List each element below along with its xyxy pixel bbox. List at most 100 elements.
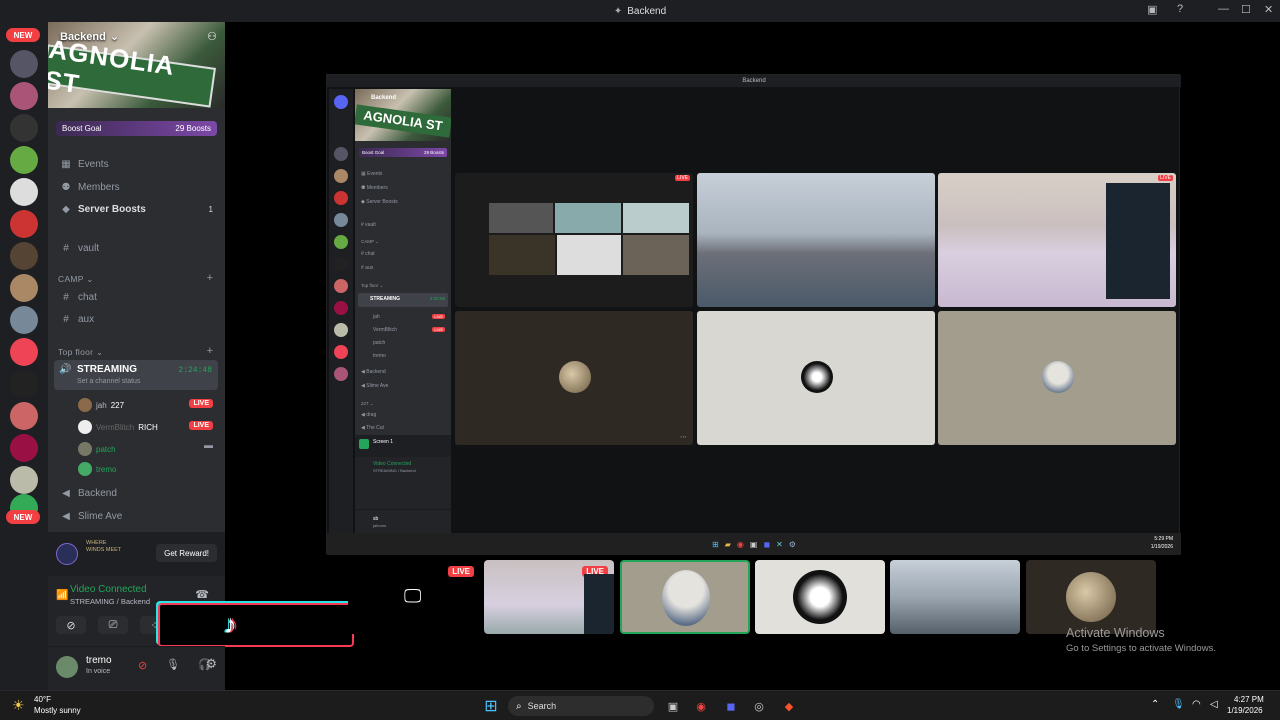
inner-user-name: VermBlitch — [373, 327, 397, 333]
avatar — [78, 398, 92, 412]
server-icon[interactable] — [10, 274, 38, 302]
inner-user-status: jahrons — [373, 523, 387, 528]
clock-date[interactable]: 1/19/2026 — [1227, 706, 1263, 715]
voice-connected-subtitle[interactable]: STREAMING / Backend — [70, 597, 150, 606]
user-status: In voice — [86, 668, 111, 675]
tray-chevron-icon[interactable]: ⌃ — [1151, 699, 1159, 710]
clock-time[interactable]: 4:27 PM — [1234, 695, 1264, 704]
boost-goal-bar[interactable]: Boost Goal 29 Boosts — [56, 121, 217, 136]
task-view-icon[interactable]: ▣ — [664, 697, 682, 715]
settings-gear-icon[interactable]: ⚙ — [205, 656, 217, 672]
video-tile-user[interactable]: ⋯ — [455, 311, 693, 445]
stream-thumb[interactable] — [890, 560, 1020, 634]
server-icon[interactable] — [10, 178, 38, 206]
video-tile-stream[interactable]: LIVE — [455, 173, 693, 307]
server-icon[interactable] — [10, 466, 38, 494]
search-placeholder: Search — [527, 701, 557, 711]
voice-user[interactable]: VermBlitch RICH — [78, 420, 158, 434]
inner-voice-timer: 2:20:56 — [429, 296, 445, 301]
screen-share-thumb[interactable]: 🖵 LIVE — [348, 560, 480, 634]
channel-aux[interactable]: # aux — [60, 314, 94, 325]
app-icon[interactable]: ◎ — [750, 697, 768, 715]
channel-vault[interactable]: # vault — [60, 243, 99, 254]
hash-icon: # — [63, 292, 69, 303]
server-icon[interactable] — [10, 402, 38, 430]
weather-desc[interactable]: Mostly sunny — [34, 706, 81, 715]
category-camp[interactable]: CAMP ⌄ — [58, 274, 94, 285]
server-icon[interactable] — [10, 210, 38, 238]
voice-channel-streaming[interactable]: 🔊 STREAMING 2:24:48 Set a channel status — [54, 360, 218, 390]
app-icon: ✦ — [613, 5, 623, 17]
menu-label: Events — [78, 159, 109, 170]
inner-vc-panel: Video Connected STREAMING / Backend — [355, 457, 451, 509]
video-tile-game-2[interactable]: LIVE — [938, 173, 1176, 307]
close-button[interactable]: ✕ — [1264, 3, 1273, 16]
activate-windows-subtitle: Go to Settings to activate Windows. — [1066, 643, 1216, 654]
camera-off-button[interactable]: ⊘ — [56, 616, 86, 634]
microphone-icon[interactable]: 🎙 — [1172, 699, 1185, 710]
voice-user[interactable]: patch — [78, 442, 116, 456]
maximize-button[interactable]: ☐ — [1241, 3, 1251, 16]
start-button[interactable]: ⊞ — [482, 697, 500, 715]
wifi-icon[interactable]: ◠ — [1192, 699, 1201, 710]
avatar[interactable] — [56, 656, 78, 678]
microphone-icon[interactable]: 🎙 — [166, 658, 180, 671]
category-top-floor[interactable]: Top floor ⌄ — [58, 347, 103, 358]
shared-screen[interactable]: Backend Backend AGNOLIA ST Boost Goal 29 … — [326, 74, 1181, 555]
user-video-thumb[interactable] — [620, 560, 750, 634]
voice-channel-slime-ave[interactable]: ◀ Slime Ave — [60, 511, 122, 522]
voice-channel-backend[interactable]: ◀ Backend — [60, 488, 117, 499]
menu-item-members[interactable]: ⚉ Members — [60, 182, 120, 193]
get-reward-button[interactable]: Get Reward! — [156, 544, 217, 562]
weather-temp[interactable]: 40°F — [34, 695, 51, 704]
video-tile-user[interactable] — [697, 311, 935, 445]
voice-user[interactable]: tremo — [78, 462, 116, 476]
server-banner[interactable]: Backend ⌄ ⚇ AGNOLIA ST — [48, 22, 225, 108]
weather-icon[interactable]: ☀ — [12, 697, 25, 714]
user-video-thumb[interactable] — [1026, 560, 1156, 634]
server-icon[interactable] — [10, 338, 38, 366]
server-icon[interactable] — [10, 114, 38, 142]
volume-icon[interactable]: ◁ — [1210, 699, 1218, 710]
server-icon[interactable] — [10, 370, 38, 398]
user-name: jah — [96, 400, 107, 410]
brave-icon[interactable]: ◆ — [780, 697, 798, 715]
channel-chat[interactable]: # chat — [60, 292, 97, 303]
server-icon[interactable] — [10, 146, 38, 174]
menu-item-server-boosts[interactable]: ◆ Server Boosts — [60, 204, 146, 215]
add-channel-icon[interactable]: + — [207, 345, 213, 357]
help-icon[interactable]: ? — [1177, 3, 1183, 15]
inner-channel: ◀ drag — [361, 412, 377, 418]
video-tile-game-1[interactable] — [697, 173, 935, 307]
more-icon[interactable]: ⋯ — [680, 433, 687, 441]
voice-user[interactable]: jah 227 — [78, 398, 124, 412]
disconnect-icon[interactable]: ☎ — [195, 588, 209, 601]
inner-voice-channel-name: STREAMING — [370, 296, 400, 302]
minimize-button[interactable]: — — [1218, 3, 1229, 15]
app-icon: ✕ — [776, 539, 783, 549]
avatar — [78, 442, 92, 456]
server-icon[interactable] — [10, 50, 38, 78]
channel-status[interactable]: Set a channel status — [77, 378, 140, 385]
search-box[interactable]: ⌕ Search — [508, 696, 654, 716]
server-icon[interactable] — [10, 242, 38, 270]
add-channel-icon[interactable]: + — [207, 272, 213, 284]
inbox-icon[interactable]: ▣ — [1147, 3, 1157, 16]
inner-category-label: CAMP — [361, 239, 374, 244]
live-badge: LIVE — [189, 421, 213, 430]
inner-channel-label: chat — [365, 251, 375, 257]
inner-voice-user: VermBlitch — [373, 327, 397, 333]
server-icon[interactable] — [10, 306, 38, 334]
discord-icon[interactable]: ◼ — [722, 697, 740, 715]
server-icon[interactable] — [10, 82, 38, 110]
chrome-icon[interactable]: ◉ — [692, 697, 710, 715]
user-video-thumb[interactable] — [755, 560, 885, 634]
screen-share-button[interactable]: ⎚ — [98, 616, 128, 634]
video-tile-user[interactable] — [938, 311, 1176, 445]
inner-menu-label: Members — [366, 185, 388, 191]
invite-icon[interactable]: ⚇ — [207, 30, 217, 43]
stream-thumb[interactable]: LIVE — [484, 560, 614, 634]
menu-item-events[interactable]: ▦ Events — [60, 159, 109, 170]
camera-off-icon[interactable]: ⊘ — [138, 659, 147, 672]
server-icon[interactable] — [10, 434, 38, 462]
